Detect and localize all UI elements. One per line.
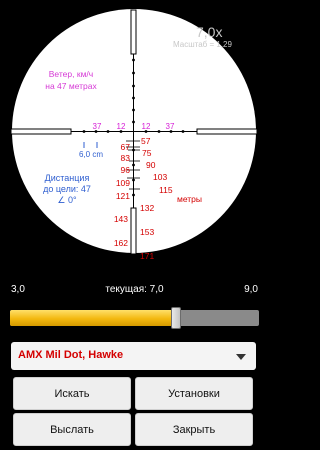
scope-view: 7,0x Масштаб = 1,29 Ветер, км/ч на 47 ме… — [0, 0, 269, 275]
reticle-select[interactable]: AMX Mil Dot, Hawke — [11, 342, 256, 370]
mil-dot — [106, 130, 110, 133]
zoom-slider-track[interactable] — [10, 310, 259, 326]
drop-value: 162 — [114, 238, 128, 248]
drop-value: 121 — [116, 191, 130, 201]
drop-value: 143 — [114, 214, 128, 224]
wind-distance-label: на 47 метрах — [45, 81, 97, 91]
right-post — [196, 128, 258, 135]
zoom-max-label: 9,0 — [244, 284, 258, 295]
drop-value: 67 — [121, 142, 131, 152]
mil-dot — [132, 108, 135, 112]
distance-value: до цели: 47 — [43, 184, 91, 194]
send-button[interactable]: Выслать — [13, 413, 131, 446]
bottom-post — [130, 207, 137, 255]
zoom-current-label: текущая: 7,0 — [105, 284, 164, 295]
mil-dot — [132, 193, 135, 197]
mil-dot — [132, 120, 135, 124]
drop-value: 96 — [121, 165, 131, 175]
mil-dot — [132, 84, 135, 88]
close-button[interactable]: Закрыть — [135, 413, 253, 446]
mil-dot — [132, 96, 135, 100]
zoom-readout: 7,0x — [196, 24, 222, 40]
chevron-down-icon — [236, 354, 246, 360]
angle-value: ∠ 0° — [57, 195, 77, 205]
search-button[interactable]: Искать — [13, 377, 131, 410]
mil-dot — [157, 130, 161, 133]
wind-mark: 37 — [93, 122, 102, 131]
wind-mark: 37 — [166, 122, 175, 131]
drop-value: 109 — [116, 178, 130, 188]
drop-value: 103 — [153, 172, 167, 182]
mil-dot — [132, 178, 135, 182]
zoom-slider-fill — [10, 310, 176, 326]
settings-button[interactable]: Установки — [135, 377, 253, 410]
drop-value: 75 — [142, 148, 152, 158]
mil-dot — [132, 58, 135, 62]
drop-value: 83 — [121, 153, 131, 163]
zoom-slider[interactable] — [10, 307, 259, 329]
spread-label: 6,0 cm — [79, 150, 103, 159]
mil-dot — [132, 163, 135, 167]
drop-value: 132 — [140, 203, 154, 213]
mil-dot — [132, 71, 135, 75]
drop-value: 153 — [140, 227, 154, 237]
drop-value: 90 — [146, 160, 156, 170]
scale-readout: Масштаб = 1,29 — [173, 40, 232, 49]
wind-mark: 12 — [142, 122, 151, 131]
reticle-select-value: AMX Mil Dot, Hawke — [18, 349, 124, 361]
wind-label: Ветер, км/ч — [49, 69, 93, 79]
meters-label: метры — [177, 194, 202, 204]
mil-dot — [82, 130, 86, 133]
scope-reticle: 7,0x Масштаб = 1,29 Ветер, км/ч на 47 ме… — [0, 0, 269, 275]
drop-value: 171 — [140, 251, 154, 261]
mil-dot — [181, 130, 185, 133]
zoom-slider-thumb[interactable] — [171, 307, 181, 329]
drop-value: 57 — [141, 136, 151, 146]
distance-label: Дистанция — [45, 173, 90, 183]
zoom-bar: 3,0 текущая: 7,0 9,0 — [0, 284, 269, 300]
left-post — [10, 128, 72, 135]
wind-mark: 12 — [117, 122, 126, 131]
top-post — [130, 9, 137, 55]
drop-value: 115 — [159, 185, 173, 195]
